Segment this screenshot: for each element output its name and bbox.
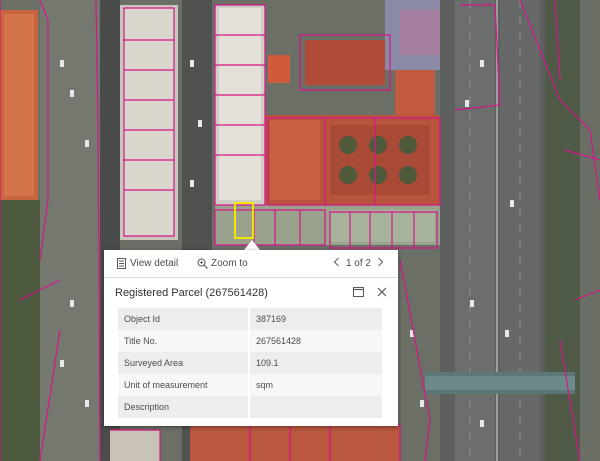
popup-controls xyxy=(352,286,388,298)
attribute-value: sqm xyxy=(249,374,382,396)
chevron-right-icon[interactable] xyxy=(377,257,384,270)
close-icon[interactable] xyxy=(376,286,388,298)
table-row: Unit of measurement sqm xyxy=(118,374,382,396)
popup-title: Registered Parcel (267561428) xyxy=(115,287,268,299)
attribute-field: Object Id xyxy=(118,308,250,330)
dock-icon[interactable] xyxy=(352,286,364,298)
table-row: Surveyed Area 109.1 xyxy=(118,352,382,374)
pager-text: 1 of 2 xyxy=(345,258,371,269)
table-row: Title No. 267561428 xyxy=(118,330,382,352)
attribute-value xyxy=(249,396,382,418)
attribute-value: 387169 xyxy=(249,308,382,330)
popup-action-bar: View detail Zoom to 1 of 2 xyxy=(104,250,398,278)
selected-parcel-highlight[interactable] xyxy=(234,202,254,239)
attribute-value: 267561428 xyxy=(249,330,382,352)
zoom-to-button[interactable]: Zoom to xyxy=(196,257,248,269)
attribute-field: Description xyxy=(118,396,250,418)
attribute-field: Surveyed Area xyxy=(118,352,250,374)
chevron-left-icon[interactable] xyxy=(333,257,340,270)
attribute-field: Unit of measurement xyxy=(118,374,250,396)
document-icon xyxy=(115,257,127,269)
view-detail-button[interactable]: View detail xyxy=(115,257,178,269)
attribute-table: Object Id 387169 Title No. 267561428 Sur… xyxy=(118,308,382,418)
feature-pager: 1 of 2 xyxy=(333,257,384,270)
popup-pointer xyxy=(244,240,260,250)
attribute-value: 109.1 xyxy=(249,352,382,374)
zoom-in-icon xyxy=(196,257,208,269)
table-row: Object Id 387169 xyxy=(118,308,382,330)
view-detail-label: View detail xyxy=(130,257,179,269)
attribute-field: Title No. xyxy=(118,330,250,352)
table-row: Description xyxy=(118,396,382,418)
zoom-to-label: Zoom to xyxy=(211,257,248,269)
feature-popup: View detail Zoom to 1 of 2 Registered Pa… xyxy=(104,250,398,426)
